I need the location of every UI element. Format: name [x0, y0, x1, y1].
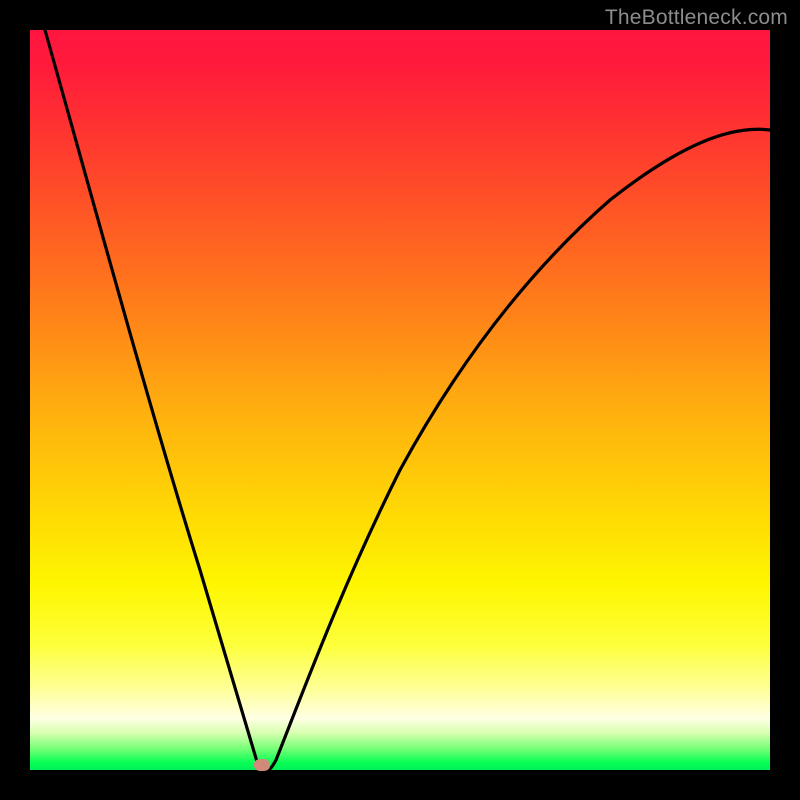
bottleneck-curve	[30, 30, 770, 770]
watermark-text: TheBottleneck.com	[605, 6, 788, 30]
chart-stage: TheBottleneck.com	[0, 0, 800, 800]
min-marker	[254, 759, 270, 771]
curve-path	[45, 30, 770, 772]
plot-area	[30, 30, 770, 770]
